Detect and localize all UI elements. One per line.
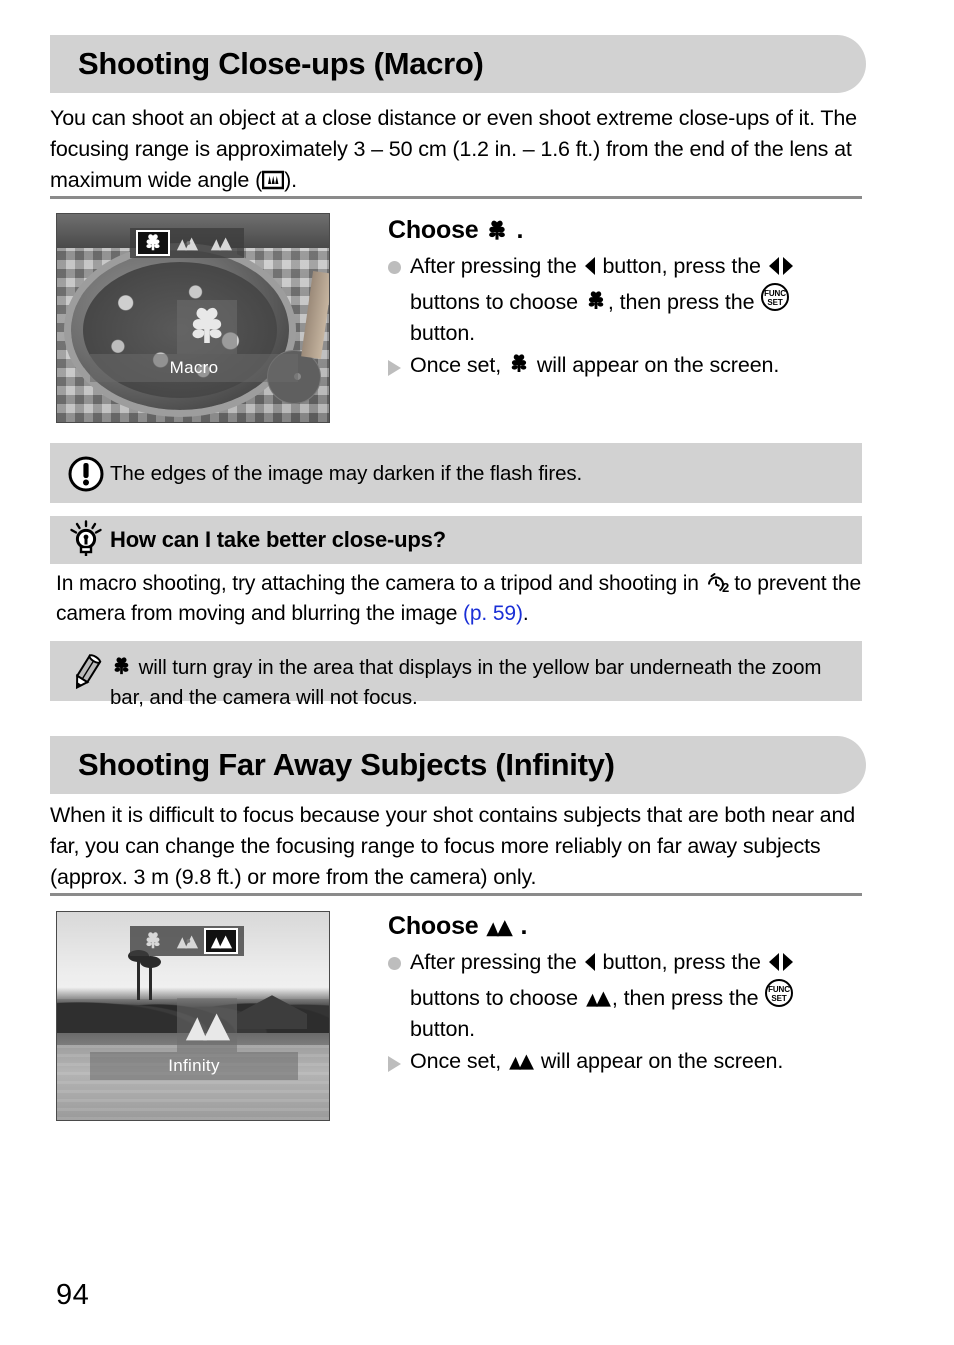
tip-text-part: In macro shooting, try attaching the cam… (56, 572, 705, 595)
step-text-part: button. (410, 1017, 476, 1041)
page-number: 94 (56, 1279, 90, 1311)
camera-lcd-infinity: Infinity (56, 911, 330, 1121)
lcd-mode-label: Infinity (168, 1056, 220, 1075)
macro-icon (584, 290, 608, 312)
lcd-scene-palm (128, 950, 149, 1000)
bullet-marker-icon (388, 947, 401, 1045)
instruction-step-text: Once set, will appear on the screen. (410, 1046, 858, 1077)
section-title-infinity: Shooting Far Away Subjects (Infinity) (78, 747, 615, 782)
memo-note-text: will turn gray in the area that displays… (110, 651, 848, 713)
instruction-block-macro: Choose. After pressing the button, press… (388, 216, 858, 382)
lightbulb-icon (62, 520, 110, 560)
intro-paragraph-infinity: When it is difficult to focus because yo… (50, 803, 856, 889)
svg-text:FUNC: FUNC (768, 985, 790, 994)
lcd-mode-label: Macro (169, 358, 219, 377)
intro-text: You can shoot an object at a close dista… (50, 106, 857, 192)
lcd-selected-mode-large-icon (176, 998, 237, 1052)
instruction-title-suffix: . (516, 216, 524, 244)
wide-angle-zoom-icon (262, 170, 285, 190)
svg-text:FUNC: FUNC (764, 289, 786, 298)
triangle-marker-icon (388, 350, 401, 381)
instruction-block-infinity: Choose. After pressing the button, press… (388, 912, 858, 1078)
triangle-marker-icon (388, 1046, 401, 1077)
intro-paragraph-macro: You can shoot an object at a close dista… (50, 103, 862, 196)
pencil-icon (62, 651, 110, 693)
macro-icon (110, 656, 133, 677)
tip-body: In macro shooting, try attaching the cam… (56, 569, 862, 629)
func-set-button-icon: FUNC SET (760, 282, 790, 312)
step-text-part: Once set, (410, 353, 507, 377)
instruction-title-macro: Choose. (388, 216, 858, 245)
infinity-icon (584, 988, 612, 1008)
memo-note: will turn gray in the area that displays… (50, 641, 862, 709)
left-arrow-button-icon (583, 952, 597, 972)
step-text-part: button, press the (596, 254, 767, 278)
caution-note: The edges of the image may darken if the… (50, 443, 862, 503)
divider-rule-1 (50, 196, 862, 199)
mode-option-macro[interactable] (136, 928, 170, 954)
memo-text-part: will turn gray in the area that displays… (110, 656, 822, 709)
manual-page: Shooting Close-ups (Macro) You can shoot… (0, 0, 954, 1345)
instruction-step-text: After pressing the button, press the but… (410, 251, 858, 349)
step-text-part: buttons to choose (410, 290, 584, 314)
caution-note-text: The edges of the image may darken if the… (110, 462, 583, 485)
tip-heading-text: How can I take better close-ups? (110, 527, 446, 552)
svg-text:SET: SET (772, 994, 787, 1003)
instruction-step: Once set, will appear on the screen. (388, 350, 858, 381)
divider-rule-2 (50, 893, 862, 896)
infinity-icon (484, 916, 514, 938)
left-right-arrow-buttons-icon (767, 256, 795, 276)
section-heading-macro: Shooting Close-ups (Macro) (50, 35, 866, 93)
instruction-title-prefix: Choose (388, 216, 479, 244)
lcd-selected-mode-large-icon (176, 300, 237, 354)
instruction-step-text: Once set, will appear on the screen. (410, 350, 858, 381)
instruction-title-infinity: Choose. (388, 912, 858, 941)
self-timer-2sec-icon: 2 (705, 571, 729, 593)
mode-option-macro[interactable] (136, 230, 170, 256)
left-right-arrow-buttons-icon (767, 952, 795, 972)
instruction-step: Once set, will appear on the screen. (388, 1046, 858, 1077)
step-text-part: Once set, (410, 1049, 507, 1073)
step-text-part: button. (410, 321, 476, 345)
instruction-title-prefix: Choose (388, 912, 479, 940)
mode-option-normal[interactable] (170, 928, 204, 954)
step-text-part: buttons to choose (410, 986, 584, 1010)
step-text-part: After pressing the (410, 950, 583, 974)
instruction-step: After pressing the button, press the but… (388, 251, 858, 349)
instruction-title-suffix: . (520, 912, 528, 940)
step-text-part: will appear on the screen. (531, 353, 780, 377)
intro-text-tail: ). (284, 168, 297, 192)
left-arrow-button-icon (583, 256, 597, 276)
step-text-part: , then press the (607, 290, 761, 314)
exclamation-circle-icon (62, 453, 110, 493)
section-heading-infinity: Shooting Far Away Subjects (Infinity) (50, 736, 866, 794)
camera-lcd-macro: Macro (56, 213, 330, 423)
infinity-icon (507, 1051, 535, 1071)
macro-icon (507, 353, 531, 375)
instruction-step-text: After pressing the button, press the but… (410, 947, 858, 1045)
lcd-mode-label-bar: Infinity (90, 1052, 298, 1080)
tip-text-part: . (522, 602, 529, 625)
step-text-part: , then press the (611, 986, 765, 1010)
step-text-part: After pressing the (410, 254, 583, 278)
focus-mode-strip[interactable] (130, 228, 244, 258)
macro-icon (484, 219, 510, 243)
func-set-button-icon: FUNC SET (764, 978, 794, 1008)
tip-heading: How can I take better close-ups? (50, 516, 862, 564)
svg-text:2: 2 (722, 580, 729, 593)
page-title: Shooting Close-ups (Macro) (78, 46, 484, 81)
lcd-mode-label-bar: Macro (90, 354, 298, 382)
instruction-step: After pressing the button, press the but… (388, 947, 858, 1045)
lcd-scene-palm (140, 956, 161, 1000)
page-reference-link[interactable]: (p. 59) (463, 602, 523, 625)
focus-mode-strip[interactable] (130, 926, 244, 956)
mode-option-infinity[interactable] (204, 928, 238, 954)
bullet-marker-icon (388, 251, 401, 349)
mode-option-normal[interactable] (170, 230, 204, 256)
mode-option-infinity[interactable] (204, 230, 238, 256)
step-text-part: will appear on the screen. (535, 1049, 784, 1073)
svg-text:SET: SET (768, 298, 783, 307)
step-text-part: button, press the (596, 950, 767, 974)
